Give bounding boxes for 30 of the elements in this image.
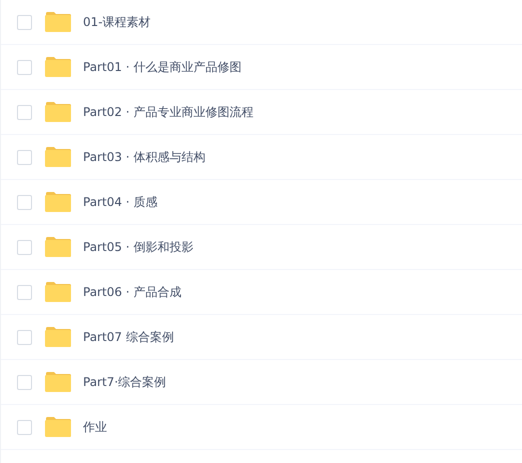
checkbox[interactable]	[17, 374, 32, 390]
folder-name[interactable]: Part04 · 质感	[83, 194, 158, 210]
folder-name[interactable]: Part02 · 产品专业商业修图流程	[83, 104, 254, 120]
folder-icon	[45, 192, 71, 212]
folder-name[interactable]: 01-课程素材	[83, 14, 151, 30]
checkbox[interactable]	[17, 240, 32, 254]
folder-icon	[45, 372, 71, 392]
checkbox[interactable]	[17, 60, 32, 74]
folder-icon	[45, 282, 71, 302]
checkbox[interactable]	[17, 14, 32, 30]
checkbox[interactable]	[17, 150, 32, 164]
checkbox[interactable]	[17, 104, 32, 120]
folder-icon	[45, 147, 71, 167]
folder-icon	[45, 327, 71, 347]
folder-name[interactable]: Part05 · 倒影和投影	[83, 238, 194, 256]
folder-name[interactable]: Part01 · 什么是商业产品修图	[83, 58, 242, 76]
folder-name[interactable]: Part7·综合案例	[83, 374, 166, 390]
folder-icon	[45, 417, 71, 437]
checkbox[interactable]	[17, 194, 32, 210]
folder-icon	[45, 57, 71, 77]
folder-name[interactable]: Part03 · 体积感与结构	[83, 148, 206, 166]
folder-icon	[45, 12, 71, 32]
folder-name[interactable]: 作业	[83, 418, 107, 436]
checkbox[interactable]	[17, 284, 32, 300]
folder-name[interactable]: Part07 综合案例	[83, 328, 174, 346]
checkbox[interactable]	[17, 420, 32, 434]
checkbox[interactable]	[17, 330, 32, 344]
folder-icon	[45, 102, 71, 122]
folder-icon	[45, 237, 71, 257]
folder-name[interactable]: Part06 · 产品合成	[83, 284, 182, 300]
